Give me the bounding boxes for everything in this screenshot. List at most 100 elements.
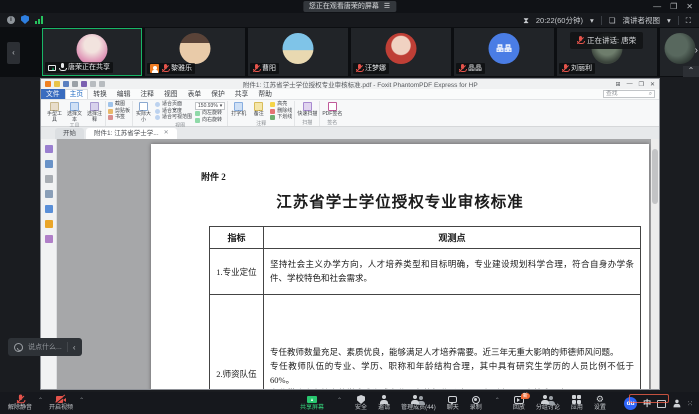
manage-members-button[interactable]: 管理成员(44) [401,395,436,411]
open-folder-icon[interactable] [54,81,60,87]
pdf-window-title: 附件1: 江苏省学士学位授权专业审核标准.pdf - Foxit Phantom… [108,79,613,89]
video-options-chevron-icon[interactable]: ⌃ [79,395,84,404]
pdf-float-icon[interactable]: ⊞ [616,81,621,88]
pdf-sign-button[interactable]: PDF签名 [322,101,342,118]
emoji-icon[interactable] [14,343,23,352]
pdf-restore-icon[interactable]: ❐ [639,81,644,88]
tab-file[interactable]: 文件 [41,89,65,99]
bookmarks-panel-icon[interactable] [45,145,53,153]
mic-options-chevron-icon[interactable]: ⌃ [38,395,43,404]
security-button[interactable]: 安全 [355,395,367,411]
underline-button[interactable]: 下划线 [270,115,292,121]
meeting-duration[interactable]: 20:22(60分钟) [536,15,583,26]
close-icon[interactable]: ✕ [686,1,693,12]
record-button[interactable]: 录制 [470,395,482,411]
attachments-panel-icon[interactable] [45,205,53,213]
email-icon[interactable] [81,81,87,87]
note-button[interactable]: 备注 [250,101,267,118]
rotate-right-button[interactable]: 向右旋转 [195,118,225,124]
undo-icon[interactable] [90,81,96,87]
quick-scan-button[interactable]: 快速扫描 [297,101,317,118]
select-text-button[interactable]: 选择文本 [66,101,83,123]
highlight-icon [270,102,275,107]
tab-share[interactable]: 共享 [230,89,254,99]
tab-form[interactable]: 表单 [183,89,207,99]
strip-collapse-left-button[interactable]: ‹ [7,42,20,64]
save-icon[interactable] [63,81,69,87]
breakout-rooms-button[interactable]: 分组讨论 [536,395,560,411]
comments-panel-icon[interactable] [45,175,53,183]
ime-account-icon[interactable] [673,400,681,408]
tab-edit[interactable]: 编辑 [112,89,136,99]
highlight-button[interactable]: 高亮 [270,102,292,108]
apps-button[interactable]: 应用 [571,395,583,411]
share-screen-button[interactable]: 共享屏幕 [300,395,324,411]
chat-collapse-icon[interactable]: ‹ [73,343,76,352]
redo-icon[interactable] [99,81,105,87]
typewriter-button[interactable]: 打字机 [230,101,247,118]
restore-icon[interactable]: ❐ [670,1,677,12]
tab-close-icon[interactable]: ✕ [164,128,169,139]
fullscreen-icon[interactable]: ⛶ [686,16,691,26]
video-tile[interactable]: 曹阳 [248,28,348,76]
fit-visible-button[interactable]: 适合可视范围 [155,115,192,121]
layers-panel-icon[interactable] [45,190,53,198]
snapshot-icon [108,102,113,107]
rotate-left-button[interactable]: 向左旋转 [195,111,225,117]
replay-button[interactable]: 新 回放 [513,395,525,411]
select-annotation-button[interactable]: 选择注释 [86,101,103,123]
settings-button[interactable]: ⚙ 设置 [594,395,606,411]
security-lock-icon[interactable] [45,220,53,228]
meeting-info-icon[interactable]: i [7,16,15,24]
invite-button[interactable]: 邀请 [378,395,390,411]
print-icon[interactable] [72,81,78,87]
signatures-panel-icon[interactable] [45,235,53,243]
tab-help[interactable]: 帮助 [253,89,277,99]
start-video-button[interactable]: 开启视频 [49,395,73,411]
pdf-close-icon[interactable]: ✕ [650,81,655,88]
system-tray: du 中 ⁙ [624,397,693,410]
mic-muted-icon [162,64,168,73]
chat-placeholder[interactable]: 说点什么... [28,342,62,352]
video-tile[interactable]: 黎雅乐 [145,28,245,76]
participant-video-strip: ‹ 唐荣正在共享 黎雅乐 曹阳 汪梦娜 晶晶 [0,27,699,77]
strip-next-page-icon[interactable]: › [695,45,698,56]
video-tile[interactable]: 晶晶 晶晶 [454,28,554,76]
snapshot-button[interactable]: 截图 [108,102,130,108]
security-shield-icon[interactable] [21,15,29,24]
chat-button[interactable]: 聊天 [447,395,459,411]
table-row: 2.师资队伍 专任教师数量充足、素质优良，能够满足人才培养需要。近三年无重大影响… [210,295,641,390]
vertical-scrollbar[interactable] [651,139,659,389]
tab-view[interactable]: 视图 [159,89,183,99]
video-tile-sharing[interactable]: 唐荣正在共享 [42,28,142,76]
share-options-chevron-icon[interactable]: ⌃ [337,395,342,404]
hand-tool-button[interactable]: 手型工具 [46,101,63,123]
pdf-minimize-icon[interactable]: — [627,81,633,88]
pages-panel-icon[interactable] [45,160,53,168]
minimize-icon[interactable]: — [653,1,661,12]
fit-page-button[interactable]: 适合页面 [155,102,192,108]
strip-collapse-button[interactable]: ⌃ [683,66,699,77]
unmute-button[interactable]: 解除静音 [8,395,32,411]
tab-comment[interactable]: 注释 [135,89,159,99]
watching-screen-banner[interactable]: 您正在观看唐荣的屏幕 ☰ [303,1,396,12]
scrollbar-thumb[interactable] [652,149,658,204]
quick-chat-bubble[interactable]: 说点什么... ‹ [8,338,82,356]
find-input[interactable]: 查找 ⌕ [603,90,655,98]
tab-home[interactable]: 主页 [65,89,89,99]
view-caret-icon[interactable]: ▾ [667,16,671,25]
record-options-chevron-icon[interactable]: ⌃ [495,395,500,404]
view-mode-selector[interactable]: 演讲者视图 [622,15,660,26]
doc-tab-current[interactable]: 附件1: 江苏省学士学... ✕ [86,128,177,139]
tab-protect[interactable]: 保护 [206,89,230,99]
banner-menu-icon[interactable]: ☰ [384,1,390,12]
breakout-icon [542,395,554,404]
ime-more-icon[interactable]: ⁙ [687,400,693,408]
zoom-level-select[interactable]: 150.93% ▾ [195,102,225,110]
actual-size-button[interactable]: 实际大小 [135,101,152,123]
doc-tab-start[interactable]: 开始 [55,128,84,139]
video-tile[interactable]: 汪梦娜 [351,28,451,76]
pdf-viewport[interactable]: 附件 2 江苏省学士学位授权专业审核标准 指标 观测点 1.专业定位 坚持社会主… [57,139,651,389]
duration-caret-icon[interactable]: ▾ [590,16,594,25]
tab-convert[interactable]: 转换 [88,89,112,99]
